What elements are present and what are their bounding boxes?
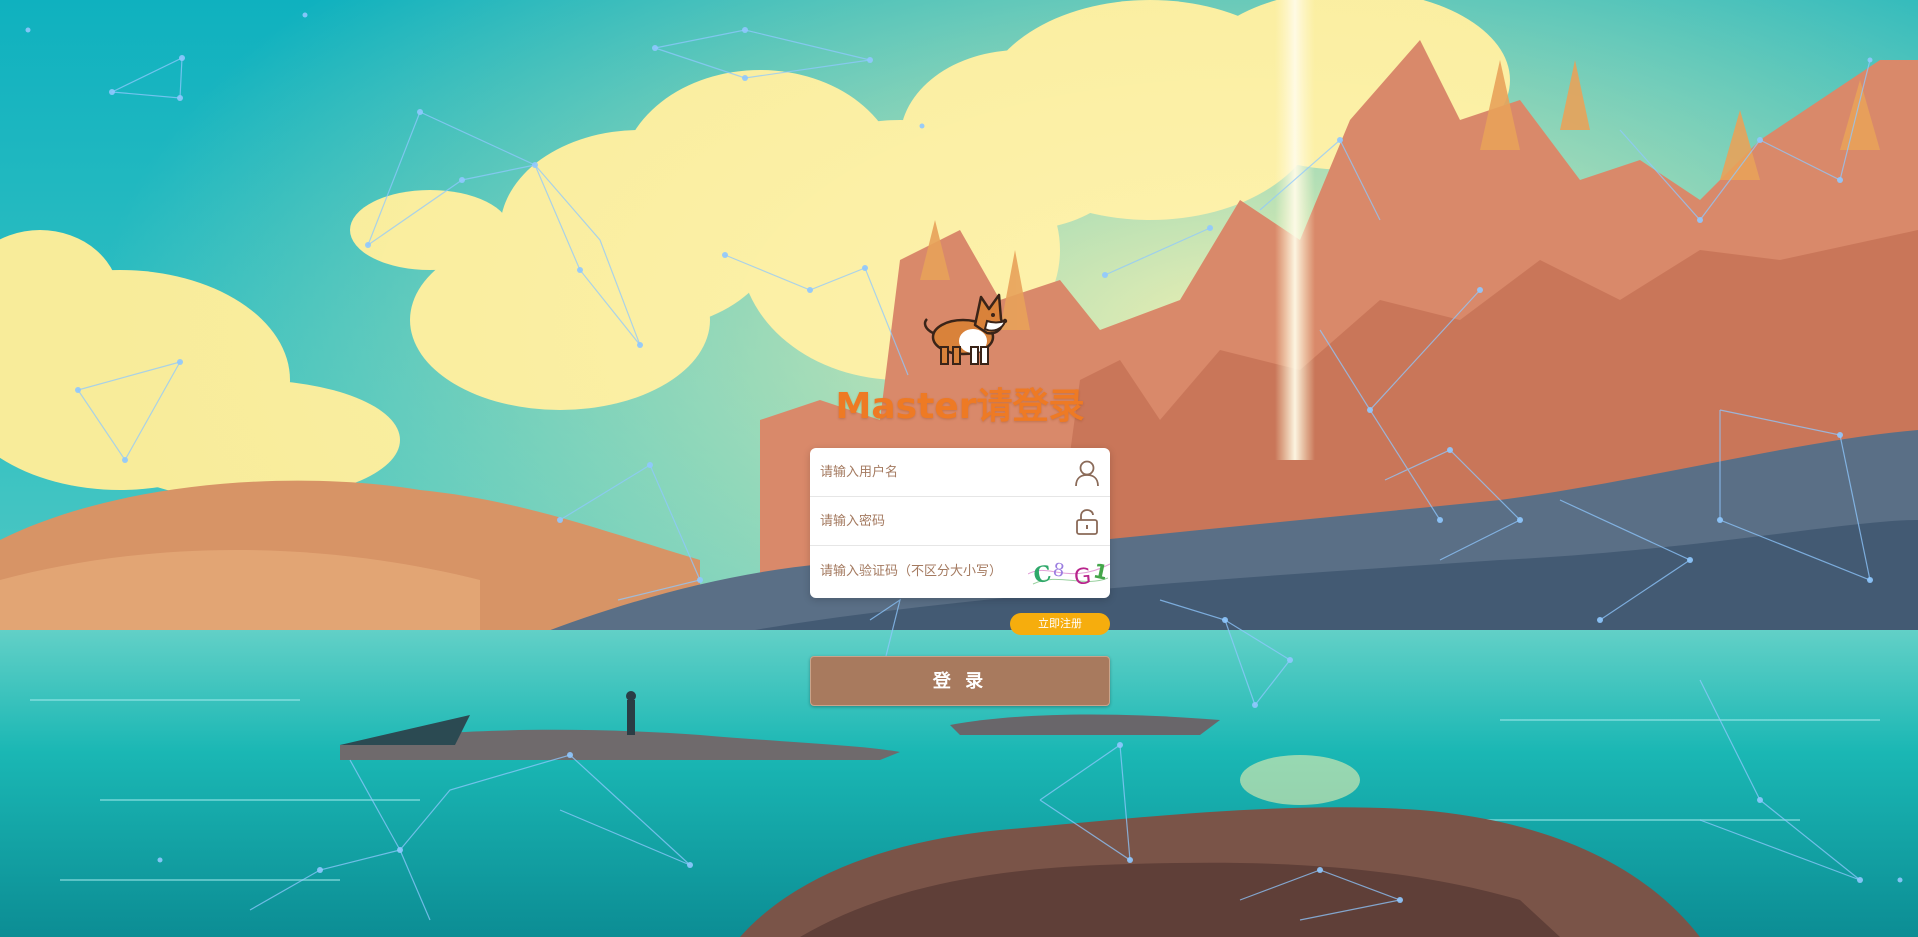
- svg-text:G: G: [1073, 564, 1092, 590]
- register-button[interactable]: 立即注册: [1010, 613, 1110, 635]
- page-title: Master请登录: [835, 386, 1085, 427]
- password-row: [810, 497, 1110, 546]
- login-form: C 8 G 1: [810, 448, 1110, 598]
- password-input[interactable]: [810, 497, 1110, 545]
- corgi-mascot-icon: [923, 293, 1008, 365]
- captcha-row: C 8 G 1: [810, 546, 1110, 596]
- captcha-image[interactable]: C 8 G 1: [1028, 552, 1110, 592]
- login-button[interactable]: 登 录: [810, 656, 1110, 706]
- username-row: [810, 448, 1110, 497]
- unlock-icon: [1076, 509, 1098, 535]
- username-input[interactable]: [810, 448, 1110, 496]
- user-icon: [1075, 460, 1099, 487]
